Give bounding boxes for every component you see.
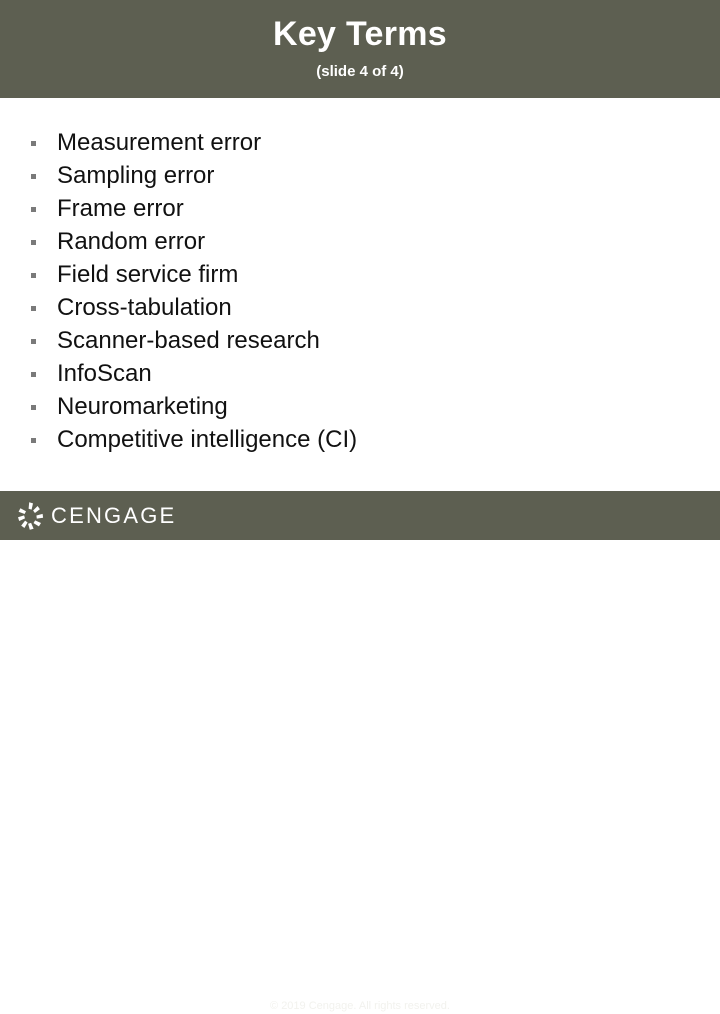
square-bullet-icon	[31, 207, 36, 212]
list-item: Sampling error	[0, 159, 720, 192]
square-bullet-icon	[31, 339, 36, 344]
list-item-label: Field service firm	[57, 261, 239, 288]
square-bullet-icon	[31, 306, 36, 311]
square-bullet-icon	[31, 405, 36, 410]
cengage-pinwheel-logo-icon	[14, 500, 46, 532]
list-item-label: Frame error	[57, 195, 184, 222]
square-bullet-icon	[31, 141, 36, 146]
slide-counter-subtitle: (slide 4 of 4)	[316, 63, 404, 80]
square-bullet-icon	[31, 372, 36, 377]
cengage-wordmark: CENGAGE	[51, 503, 177, 528]
list-item-label: Neuromarketing	[57, 393, 228, 420]
list-item: Cross-tabulation	[0, 291, 720, 324]
list-item: Frame error	[0, 192, 720, 225]
slide-body: Measurement error Sampling error Frame e…	[0, 98, 720, 491]
list-item: Competitive intelligence (CI)	[0, 423, 720, 456]
list-item: Random error	[0, 225, 720, 258]
slide-canvas: Key Terms (slide 4 of 4) Measurement err…	[0, 0, 720, 1012]
list-item: Neuromarketing	[0, 390, 720, 423]
slide-header-bar: Key Terms (slide 4 of 4)	[0, 0, 720, 98]
copyright-notice: © 2019 Cengage. All rights reserved.	[270, 1000, 450, 1012]
key-terms-list: Measurement error Sampling error Frame e…	[0, 126, 720, 456]
page-title: Key Terms	[272, 15, 448, 53]
square-bullet-icon	[31, 174, 36, 179]
list-item: Scanner-based research	[0, 324, 720, 357]
square-bullet-icon	[31, 438, 36, 443]
list-item-label: Cross-tabulation	[57, 294, 232, 321]
list-item-label: Random error	[57, 228, 206, 255]
square-bullet-icon	[31, 273, 36, 278]
list-item: Field service firm	[0, 258, 720, 291]
list-item-label: Measurement error	[57, 129, 262, 156]
list-item-label: InfoScan	[57, 360, 152, 387]
list-item-label: Scanner-based research	[57, 327, 320, 354]
list-item: Measurement error	[0, 126, 720, 159]
list-item: InfoScan	[0, 357, 720, 390]
list-item-label: Competitive intelligence (CI)	[57, 426, 358, 453]
square-bullet-icon	[31, 240, 36, 245]
list-item-label: Sampling error	[57, 162, 215, 189]
